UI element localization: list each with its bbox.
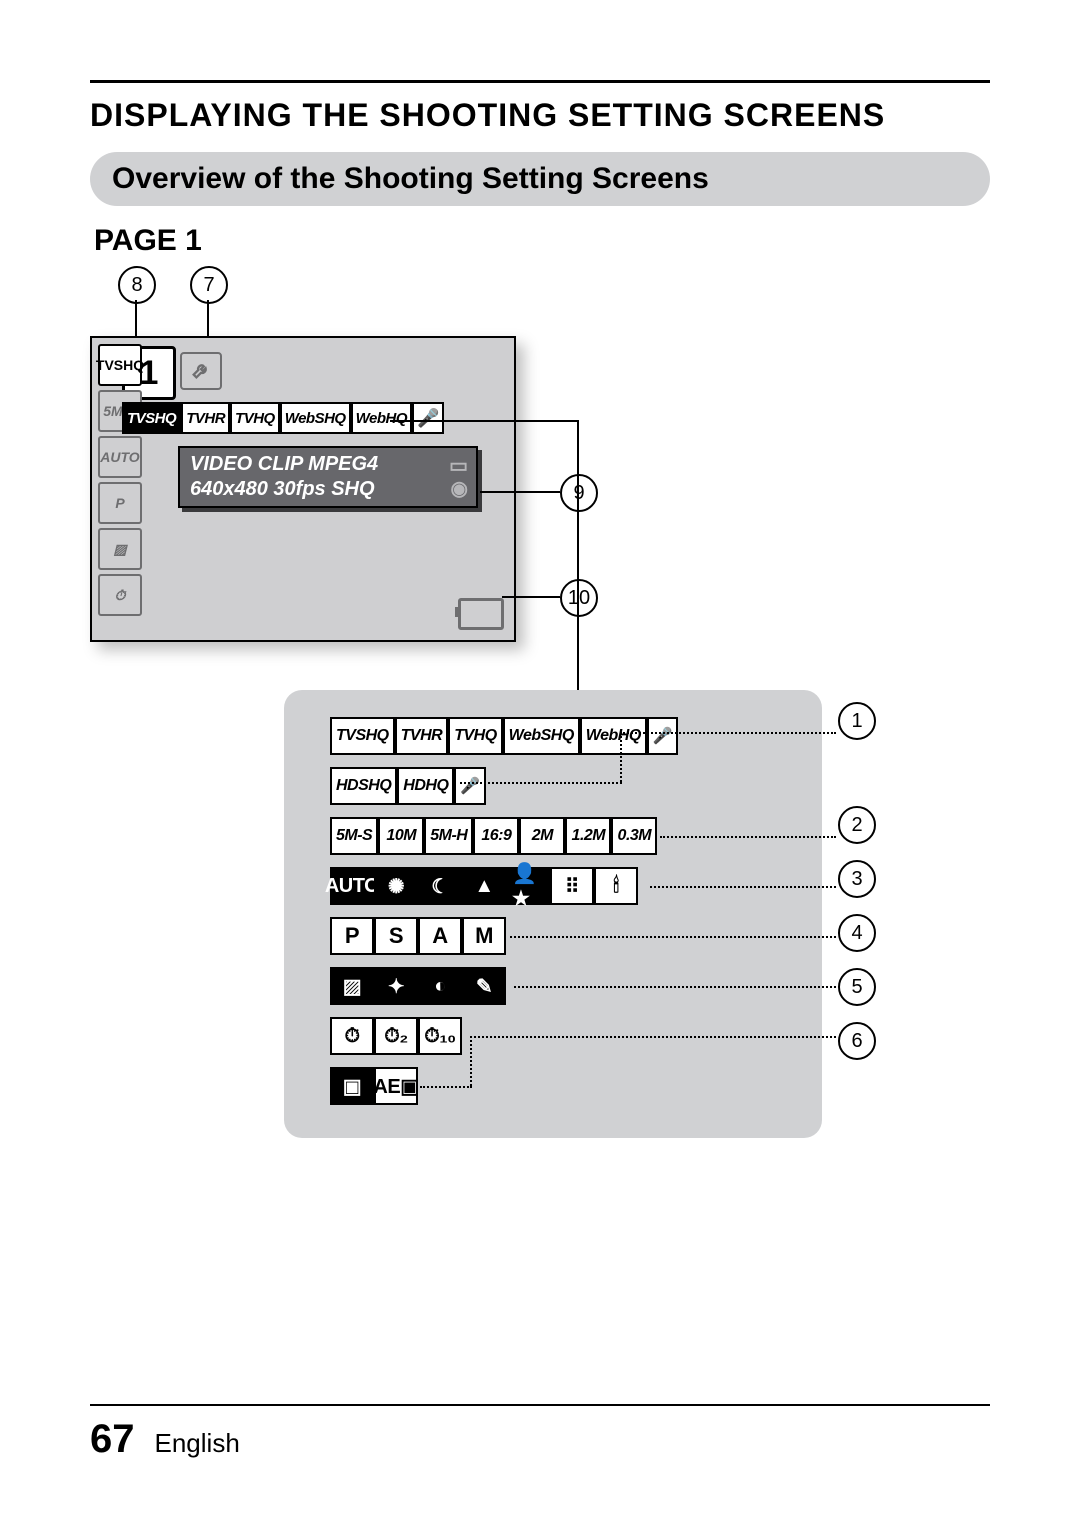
sidebar-selftimer: ⏱ <box>98 574 142 616</box>
leader-9 <box>480 491 560 493</box>
d-169: 16:9 <box>473 817 519 855</box>
manual-page: DISPLAYING THE SHOOTING SETTING SCREENS … <box>0 0 1080 1526</box>
lcd-description: ▭ VIDEO CLIP MPEG4 640x480 30fps SHQ ◉ <box>178 446 478 508</box>
opt-mic: 🎤 <box>412 402 444 434</box>
sidebar-scene: AUTO <box>98 436 142 478</box>
callout-9: 9 <box>560 474 598 512</box>
lcd-option-row: TVSHQ TVHR TVHQ WebSHQ WebHQ 🎤 <box>122 402 444 434</box>
d-night: ☾ <box>418 867 462 905</box>
setup-tab <box>180 352 222 390</box>
d-sketch: ✎ <box>462 967 506 1005</box>
d-5ms: 5M-S <box>330 817 378 855</box>
page-number: 67 <box>90 1417 135 1462</box>
section-title-bar: Overview of the Shooting Setting Screens <box>90 152 990 206</box>
dotlead-6c <box>420 1086 472 1088</box>
callout-6: 6 <box>838 1022 876 1060</box>
sidebar-video-quality: TVSHQ <box>98 344 142 386</box>
detail-callouts: 1 2 3 4 5 6 <box>838 702 876 1060</box>
detail-row-bracket: ▣ AE▣ <box>330 1066 822 1106</box>
dotlead-5 <box>514 986 836 988</box>
language-label: English <box>155 1428 240 1459</box>
d-land: ▲ <box>462 867 506 905</box>
d-webhq: WebHQ <box>580 717 647 755</box>
d-auto: AUTO <box>330 867 374 905</box>
d-timer-10: ⏱₁₀ <box>418 1017 462 1055</box>
dotlead-3 <box>650 886 836 888</box>
lcd-screen: 1 TVSHQ 5M-S AUTO P ▨ ⏱ TVSHQ TVHR TVHQ <box>90 336 516 642</box>
d-snow: ⠿ <box>550 867 594 905</box>
d-tvhq: TVHQ <box>448 717 502 755</box>
d-mono: ◐ <box>418 967 462 1005</box>
dotlead-1c <box>460 782 622 784</box>
d-hdhq: HDHQ <box>397 767 454 805</box>
leader-10 <box>502 596 560 598</box>
d-10m: 10M <box>378 817 424 855</box>
desc-line2: 640x480 30fps SHQ <box>190 477 466 502</box>
desc-line1: VIDEO CLIP MPEG4 <box>190 452 466 477</box>
camera-icon: ◉ <box>451 477 468 502</box>
opt-tvhq: TVHQ <box>230 402 280 434</box>
d-webshq: WebSHQ <box>503 717 580 755</box>
top-rule <box>90 80 990 83</box>
opt-webshq: WebSHQ <box>280 402 351 434</box>
leader-detail-h <box>390 420 578 422</box>
callout-3: 3 <box>838 860 876 898</box>
d-12m: 1.2M <box>565 817 611 855</box>
opt-webhq: WebHQ <box>351 402 412 434</box>
dotlead-2 <box>660 836 836 838</box>
d-mic-b: 🎤 <box>454 767 485 805</box>
page-label: PAGE 1 <box>94 224 990 258</box>
d-a: A <box>418 917 462 955</box>
opt-tvhr: TVHR <box>181 402 230 434</box>
d-p: P <box>330 917 374 955</box>
d-cosmetic: ✦ <box>374 967 418 1005</box>
dotlead-1 <box>620 732 836 734</box>
d-aeb: AE▣ <box>374 1067 418 1105</box>
d-5mh: 5M-H <box>424 817 473 855</box>
callout-2: 2 <box>838 806 876 844</box>
page-footer: 67 English <box>90 1417 240 1462</box>
lcd-sidebar: TVSHQ 5M-S AUTO P ▨ ⏱ <box>98 344 146 634</box>
d-mic-a: 🎤 <box>647 717 678 755</box>
footer-rule <box>90 1404 990 1406</box>
d-hdshq: HDSHQ <box>330 767 397 805</box>
detail-row-video-b: HDSHQ HDHQ 🎤 <box>330 766 822 806</box>
d-s: S <box>374 917 418 955</box>
callout-10: 10 <box>560 579 598 617</box>
dotlead-1b <box>620 732 622 782</box>
d-sports: ✺ <box>374 867 418 905</box>
d-nofilter: ▨ <box>330 967 374 1005</box>
detail-row-video-a: TVSHQ TVHR TVHQ WebSHQ WebHQ 🎤 <box>330 716 822 756</box>
d-tvhr: TVHR <box>395 717 449 755</box>
dotlead-4 <box>510 936 836 938</box>
wrench-icon <box>190 360 212 382</box>
d-timer-2: ⏱₂ <box>374 1017 418 1055</box>
sidebar-exposure-mode: P <box>98 482 142 524</box>
leader-detail <box>577 420 579 690</box>
d-burst: ▣ <box>330 1067 374 1105</box>
lcd-diagram: 8 7 1 TVSHQ 5M-S AUTO P ▨ ⏱ <box>90 266 990 706</box>
videocam-icon: ▭ <box>449 454 468 479</box>
dotlead-6b <box>470 1036 472 1086</box>
d-tvshq: TVSHQ <box>330 717 395 755</box>
battery-icon <box>458 598 504 630</box>
callout-1: 1 <box>838 702 876 740</box>
dotlead-6 <box>470 1036 836 1038</box>
d-lamp: 🕯 <box>594 867 638 905</box>
callout-5: 5 <box>838 968 876 1006</box>
d-03m: 0.3M <box>611 817 657 855</box>
sidebar-filter: ▨ <box>98 528 142 570</box>
opt-tvshq: TVSHQ <box>122 402 181 434</box>
callout-4: 4 <box>838 914 876 952</box>
callout-7: 7 <box>190 266 228 304</box>
d-timer-off: ⏱ <box>330 1017 374 1055</box>
d-portrait: 👤★ <box>506 867 550 905</box>
chapter-title: DISPLAYING THE SHOOTING SETTING SCREENS <box>90 97 990 134</box>
detail-panel: TVSHQ TVHR TVHQ WebSHQ WebHQ 🎤 HDSHQ HDH… <box>284 690 822 1138</box>
d-2m: 2M <box>519 817 565 855</box>
callout-8: 8 <box>118 266 156 304</box>
d-m: M <box>462 917 506 955</box>
